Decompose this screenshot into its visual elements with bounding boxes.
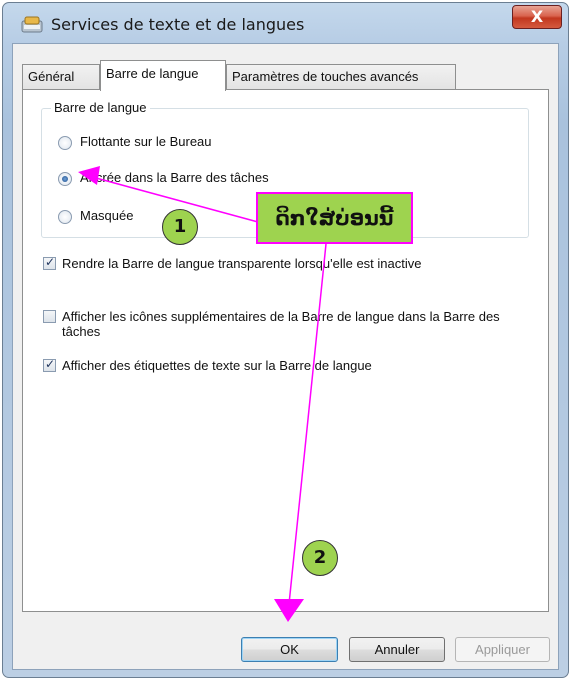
- tab-language-bar[interactable]: Barre de langue: [100, 60, 226, 91]
- step-1-badge: 1: [162, 209, 198, 245]
- instruction-callout: ດິກໃສ່ບ່ອນນີ້: [256, 192, 413, 244]
- step-2-badge: 2: [302, 540, 338, 576]
- annotation-overlay: [78, 166, 327, 622]
- arrow-head-radio: [78, 166, 100, 185]
- arrow-head-ok: [274, 599, 304, 622]
